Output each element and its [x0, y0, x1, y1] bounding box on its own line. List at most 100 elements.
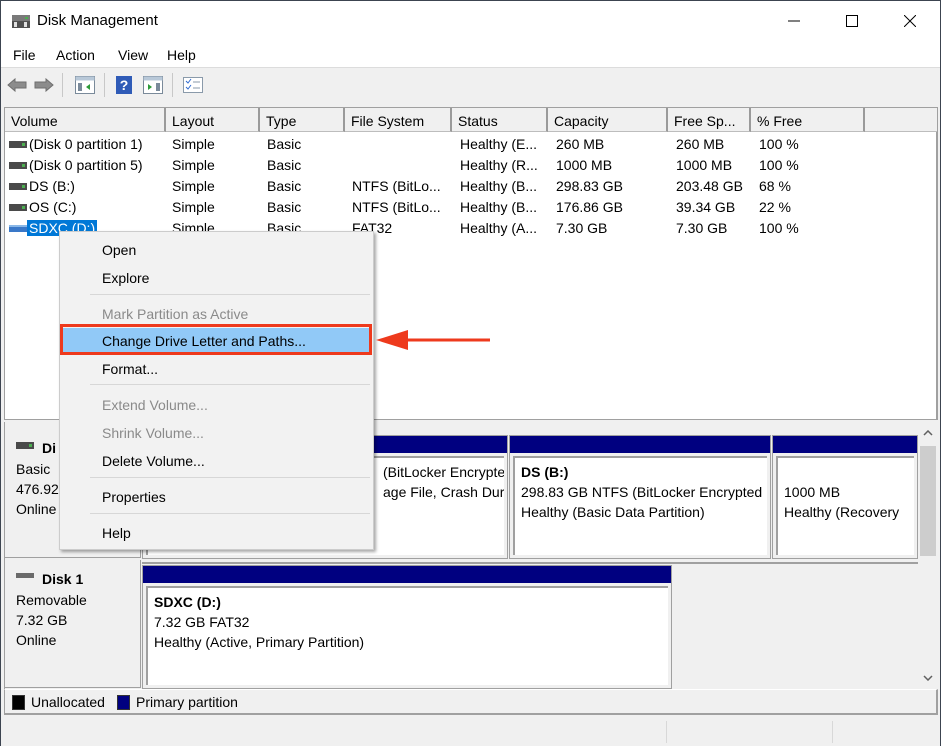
column-header-type[interactable]: Type [260, 108, 345, 132]
scroll-thumb[interactable] [920, 446, 936, 556]
volume-free-space: 260 MB [676, 136, 725, 152]
status-bar [1, 717, 940, 746]
partition-ds-b[interactable]: DS (B:) 298.83 GB NTFS (BitLocker Encryp… [509, 435, 771, 559]
menu-item-mark-partition-active: Mark Partition as Active [102, 306, 249, 322]
volume-row[interactable]: (Disk 0 partition 1) Simple Basic Health… [5, 134, 936, 155]
toolbar-separator [172, 73, 173, 97]
menu-item-properties[interactable]: Properties [62, 484, 371, 510]
partition-line2: Healthy (Basic Data Partition) [521, 504, 705, 520]
forward-button[interactable] [33, 75, 55, 95]
menu-bar: File Action View Help [1, 41, 940, 68]
column-header-filler [865, 108, 937, 132]
show-hide-console-tree-button[interactable] [73, 75, 97, 95]
maximize-button[interactable] [829, 1, 875, 41]
menu-item-help[interactable]: Help [62, 520, 371, 546]
volume-percent-free: 100 % [759, 136, 799, 152]
menu-separator [90, 513, 370, 514]
disk-0-status: Online [16, 501, 57, 517]
volume-free-space: 7.30 GB [676, 220, 728, 236]
close-button[interactable] [887, 1, 933, 41]
volume-capacity: 1000 MB [556, 157, 613, 173]
removable-drive-icon [9, 225, 27, 232]
help-button[interactable]: ? [114, 75, 134, 95]
disk-1-label[interactable]: Disk 1 Removable 7.32 GB Online [5, 560, 141, 688]
primary-partition-swatch [117, 695, 130, 710]
menu-item-explore[interactable]: Explore [62, 265, 371, 291]
volume-layout: Simple [172, 157, 215, 173]
volume-layout: Simple [172, 199, 215, 215]
column-header-status[interactable]: Status [452, 108, 548, 132]
volume-type: Basic [267, 157, 302, 173]
volume-file-system: NTFS (BitLo... [352, 178, 441, 194]
column-header-capacity[interactable]: Capacity [548, 108, 668, 132]
column-header-percent-free[interactable]: % Free [751, 108, 865, 132]
disk-map-scrollbar[interactable] [918, 422, 938, 689]
primary-partition-bar [510, 436, 770, 453]
title-bar: Disk Management [1, 1, 940, 41]
scroll-up-icon[interactable] [923, 430, 933, 436]
volume-layout: Simple [172, 178, 215, 194]
menu-view[interactable]: View [118, 47, 148, 63]
menu-item-open[interactable]: Open [62, 237, 371, 263]
disk-1-type: Removable [16, 592, 87, 608]
disk-management-app-icon [12, 15, 30, 28]
column-header-volume[interactable]: Volume [5, 108, 166, 132]
partition-title: SDXC (D:) [154, 594, 221, 610]
menu-item-shrink-volume: Shrink Volume... [102, 425, 204, 441]
menu-action[interactable]: Action [56, 47, 95, 63]
properties-button[interactable] [181, 75, 205, 95]
status-separator [666, 721, 667, 743]
partition-details: 1000 MB Healthy (Recovery [776, 456, 914, 555]
disk-1-status: Online [16, 632, 57, 648]
window-title: Disk Management [37, 12, 158, 29]
menu-help[interactable]: Help [167, 47, 196, 63]
show-hide-action-pane-button[interactable] [141, 75, 165, 95]
show-hide-action-pane-icon [143, 76, 163, 94]
volume-capacity: 260 MB [556, 136, 605, 152]
volume-name: (Disk 0 partition 5) [29, 157, 143, 173]
volume-layout: Simple [172, 136, 215, 152]
volume-list-header: Volume Layout Type File System Status Ca… [5, 108, 937, 132]
partition-recovery[interactable]: 1000 MB Healthy (Recovery [772, 435, 918, 559]
volume-name: (Disk 0 partition 1) [29, 136, 143, 152]
menu-separator [90, 477, 370, 478]
disk-1-size: 7.32 GB [16, 612, 68, 628]
drive-icon [9, 162, 27, 169]
menu-file[interactable]: File [13, 47, 36, 63]
volume-name: DS (B:) [29, 178, 75, 194]
menu-item-change-drive-letter[interactable]: Change Drive Letter and Paths... [62, 328, 371, 354]
menu-item-format[interactable]: Format... [62, 356, 371, 382]
volume-name: OS (C:) [29, 199, 77, 215]
partition-line2: Healthy (Recovery [784, 504, 900, 520]
show-hide-console-tree-icon [75, 76, 95, 94]
volume-free-space: 1000 MB [676, 157, 733, 173]
disk-0-size: 476.92 [16, 481, 59, 497]
column-header-layout[interactable]: Layout [166, 108, 260, 132]
disk-0-name: Di [42, 440, 56, 456]
drive-icon [9, 183, 27, 190]
back-button[interactable] [6, 75, 28, 95]
volume-status: Healthy (A... [460, 220, 538, 236]
volume-row[interactable]: (Disk 0 partition 5) Simple Basic Health… [5, 155, 936, 176]
minimize-button[interactable] [771, 1, 817, 41]
volume-row[interactable]: OS (C:) Simple Basic NTFS (BitLo... Heal… [5, 197, 936, 218]
volume-type: Basic [267, 199, 302, 215]
menu-item-extend-volume: Extend Volume... [102, 397, 208, 413]
context-menu: Open Explore Mark Partition as Active Ch… [59, 231, 374, 550]
volume-percent-free: 68 % [759, 178, 791, 194]
menu-item-delete-volume[interactable]: Delete Volume... [62, 448, 371, 474]
minimize-icon [788, 20, 800, 22]
volume-status: Healthy (E... [460, 136, 538, 152]
partition-line1: 7.32 GB FAT32 [154, 614, 250, 630]
partition-line1: 298.83 GB NTFS (BitLocker Encrypted [521, 484, 763, 500]
menu-separator [90, 384, 370, 385]
volume-row[interactable]: DS (B:) Simple Basic NTFS (BitLo... Heal… [5, 176, 936, 197]
volume-capacity: 298.83 GB [556, 178, 623, 194]
volume-status: Healthy (B... [460, 178, 538, 194]
scroll-down-icon[interactable] [923, 675, 933, 681]
column-header-file-system[interactable]: File System [345, 108, 452, 132]
status-separator [832, 721, 833, 743]
column-header-free-space[interactable]: Free Sp... [668, 108, 751, 132]
partition-sdxc-d[interactable]: SDXC (D:) 7.32 GB FAT32 Healthy (Active,… [142, 565, 672, 689]
toolbar: ? [1, 69, 940, 101]
